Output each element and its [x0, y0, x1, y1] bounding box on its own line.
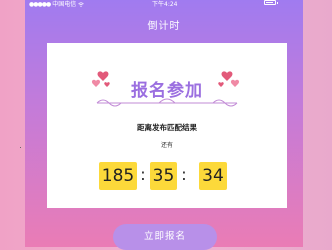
hours-box: 185: [99, 162, 137, 190]
banner-title: 报名参加: [131, 81, 203, 101]
countdown-subtitle: 距离发布匹配结果: [137, 123, 197, 132]
status-bar: ●●●●● 中国电信 下午4:24: [0, 0, 332, 9]
remain-label: 还有: [160, 142, 173, 149]
colon-separator: :: [181, 165, 187, 184]
countdown-timer: 185 : 35 : 34: [99, 162, 279, 190]
nav-bar: 倒计时: [25, 12, 303, 36]
page-dot: [20, 147, 21, 148]
carrier-label: 中国电信: [52, 1, 77, 8]
seconds-box: 34: [199, 162, 227, 190]
status-time: 下午4:24: [152, 1, 178, 8]
wifi-icon: [78, 2, 84, 7]
status-right: [264, 0, 278, 5]
signal-icon: ●●●●●: [29, 1, 51, 8]
register-button[interactable]: 立即报名: [113, 224, 217, 250]
colon-separator: :: [140, 165, 146, 184]
countdown-card: 报名参加 距离发布匹配结果 还有 185 : 35 : 34: [47, 43, 287, 208]
status-left: ●●●●● 中国电信: [29, 0, 84, 9]
battery-icon: [264, 0, 278, 5]
minutes-box: 35: [150, 162, 177, 190]
page-title: 倒计时: [147, 20, 181, 32]
